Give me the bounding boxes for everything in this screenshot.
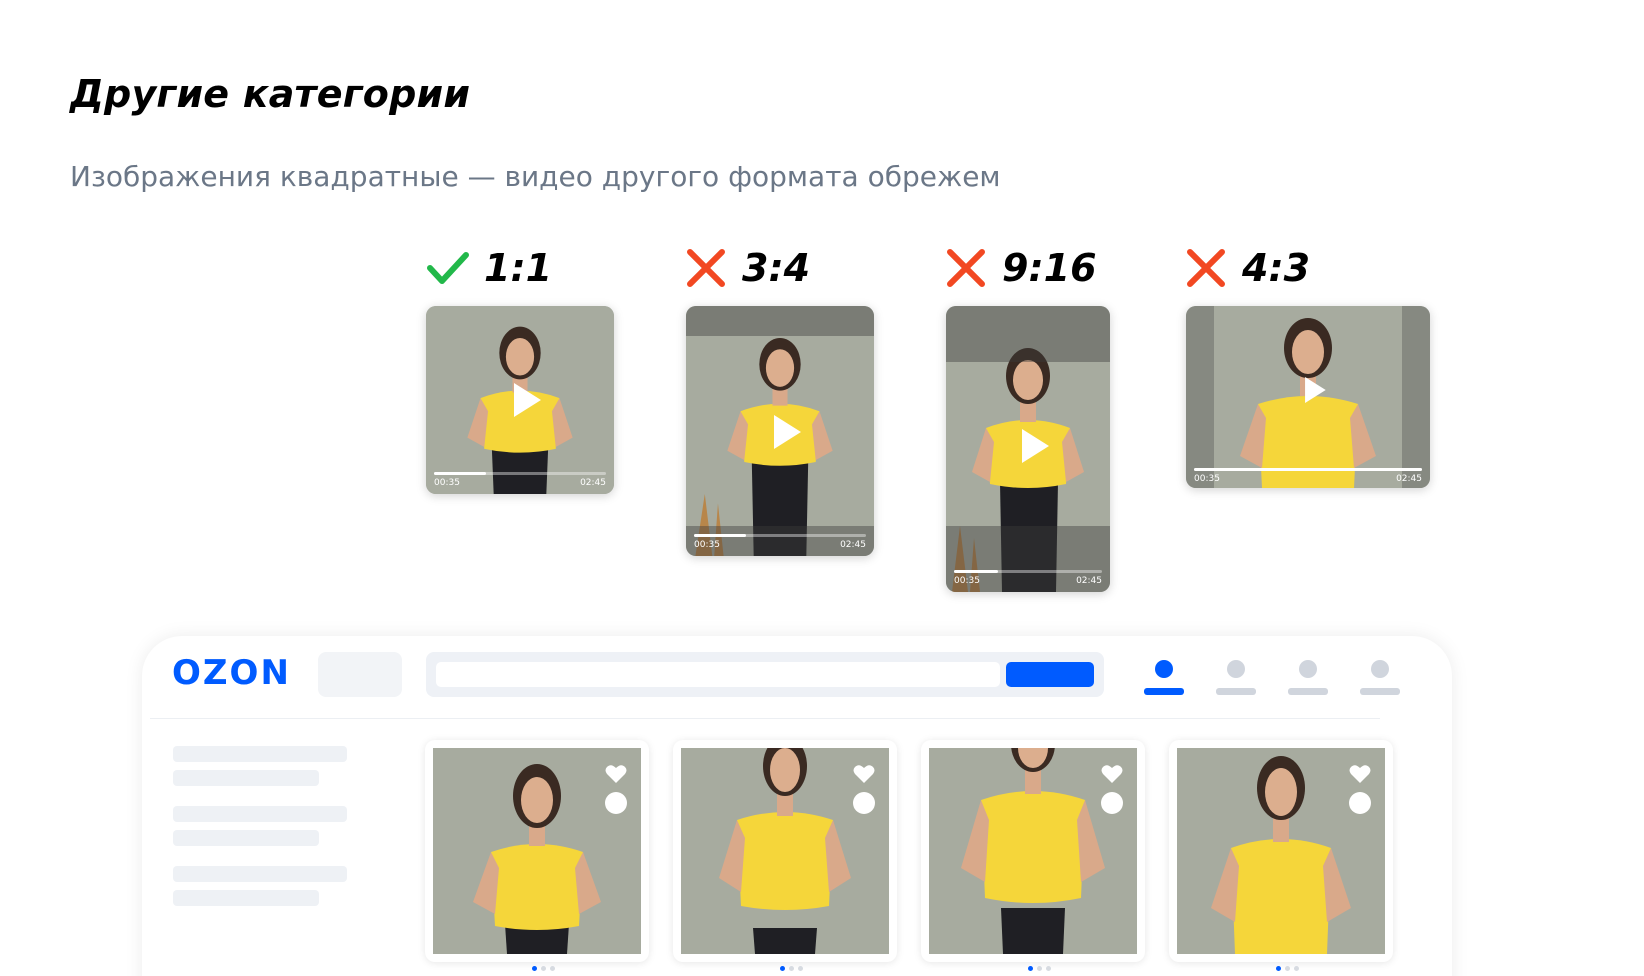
elapsed-time: 00:35: [954, 576, 980, 586]
play-icon[interactable]: [770, 412, 804, 452]
product-card[interactable]: [425, 740, 649, 962]
cross-icon: [1187, 249, 1225, 287]
total-time: 02:45: [580, 478, 606, 488]
ratio-text: 4:3: [1242, 246, 1311, 290]
compare-icon[interactable]: [853, 792, 875, 814]
play-icon[interactable]: [510, 380, 544, 420]
compare-icon[interactable]: [605, 792, 627, 814]
compare-icon[interactable]: [1101, 792, 1123, 814]
video-progress[interactable]: [434, 472, 606, 475]
product-card[interactable]: [1169, 740, 1393, 962]
search-bar: [426, 652, 1104, 697]
play-icon[interactable]: [1018, 426, 1052, 466]
total-time: 02:45: [1396, 474, 1422, 484]
compare-icon[interactable]: [1349, 792, 1371, 814]
carousel-dots[interactable]: [780, 966, 803, 971]
product-image: [681, 748, 889, 954]
product-card[interactable]: [921, 740, 1145, 962]
sidebar-skeleton: [173, 806, 347, 822]
sidebar-skeleton: [173, 830, 319, 846]
carousel-dots[interactable]: [1028, 966, 1051, 971]
video-preview-4-3[interactable]: 00:35 02:45: [1186, 306, 1430, 488]
video-progress[interactable]: [694, 534, 866, 537]
video-progress[interactable]: [954, 570, 1102, 573]
ratio-label-3-4: 3:4: [684, 246, 810, 290]
heart-icon[interactable]: [853, 764, 875, 784]
video-preview-9-16[interactable]: 00:35 02:45: [946, 306, 1110, 592]
search-input[interactable]: [436, 662, 1000, 687]
check-icon: [427, 252, 469, 284]
search-button[interactable]: [1006, 662, 1094, 687]
crop-overlay-top: [686, 306, 874, 336]
heart-icon[interactable]: [605, 764, 627, 784]
favorites-icon[interactable]: [1288, 660, 1328, 696]
heart-icon[interactable]: [1349, 764, 1371, 784]
video-preview-1-1[interactable]: 00:35 02:45: [426, 306, 614, 494]
product-image: [433, 748, 641, 954]
ratio-text: 9:16: [1002, 246, 1097, 290]
sidebar-skeleton: [173, 866, 347, 882]
carousel-dots[interactable]: [532, 966, 555, 971]
cross-icon: [687, 249, 725, 287]
crop-overlay-right: [1402, 306, 1430, 488]
ratio-label-9-16: 9:16: [944, 246, 1097, 290]
elapsed-time: 00:35: [694, 540, 720, 550]
total-time: 02:45: [840, 540, 866, 550]
ratio-text: 3:4: [742, 246, 811, 290]
header-divider: [150, 718, 1380, 719]
elapsed-time: 00:35: [434, 478, 460, 488]
product-image: [929, 748, 1137, 954]
ratio-label-1-1: 1:1: [426, 246, 552, 290]
page-subtitle: Изображения квадратные — видео другого ф…: [70, 160, 1001, 193]
sidebar-skeleton: [173, 770, 319, 786]
sidebar-skeleton: [173, 890, 319, 906]
product-image: [1177, 748, 1385, 954]
play-icon[interactable]: [1302, 374, 1328, 406]
page-title: Другие категории: [70, 72, 471, 116]
video-preview-3-4[interactable]: 00:35 02:45: [686, 306, 874, 556]
crop-overlay-left: [1186, 306, 1214, 488]
video-progress[interactable]: [1194, 468, 1422, 471]
orders-icon[interactable]: [1216, 660, 1256, 696]
sidebar-skeleton: [173, 746, 347, 762]
elapsed-time: 00:35: [1194, 474, 1220, 484]
cross-icon: [947, 249, 985, 287]
total-time: 02:45: [1076, 576, 1102, 586]
product-card[interactable]: [673, 740, 897, 962]
crop-overlay-top: [946, 306, 1110, 362]
ozon-logo[interactable]: OZON: [172, 653, 291, 693]
canvas: Другие категории Изображения квадратные …: [0, 0, 1644, 976]
heart-icon[interactable]: [1101, 764, 1123, 784]
ratio-text: 1:1: [484, 246, 553, 290]
cart-icon[interactable]: [1360, 660, 1400, 696]
catalog-button[interactable]: [318, 652, 402, 697]
ratio-label-4-3: 4:3: [1184, 246, 1310, 290]
carousel-dots[interactable]: [1276, 966, 1299, 971]
profile-icon[interactable]: [1144, 660, 1184, 696]
